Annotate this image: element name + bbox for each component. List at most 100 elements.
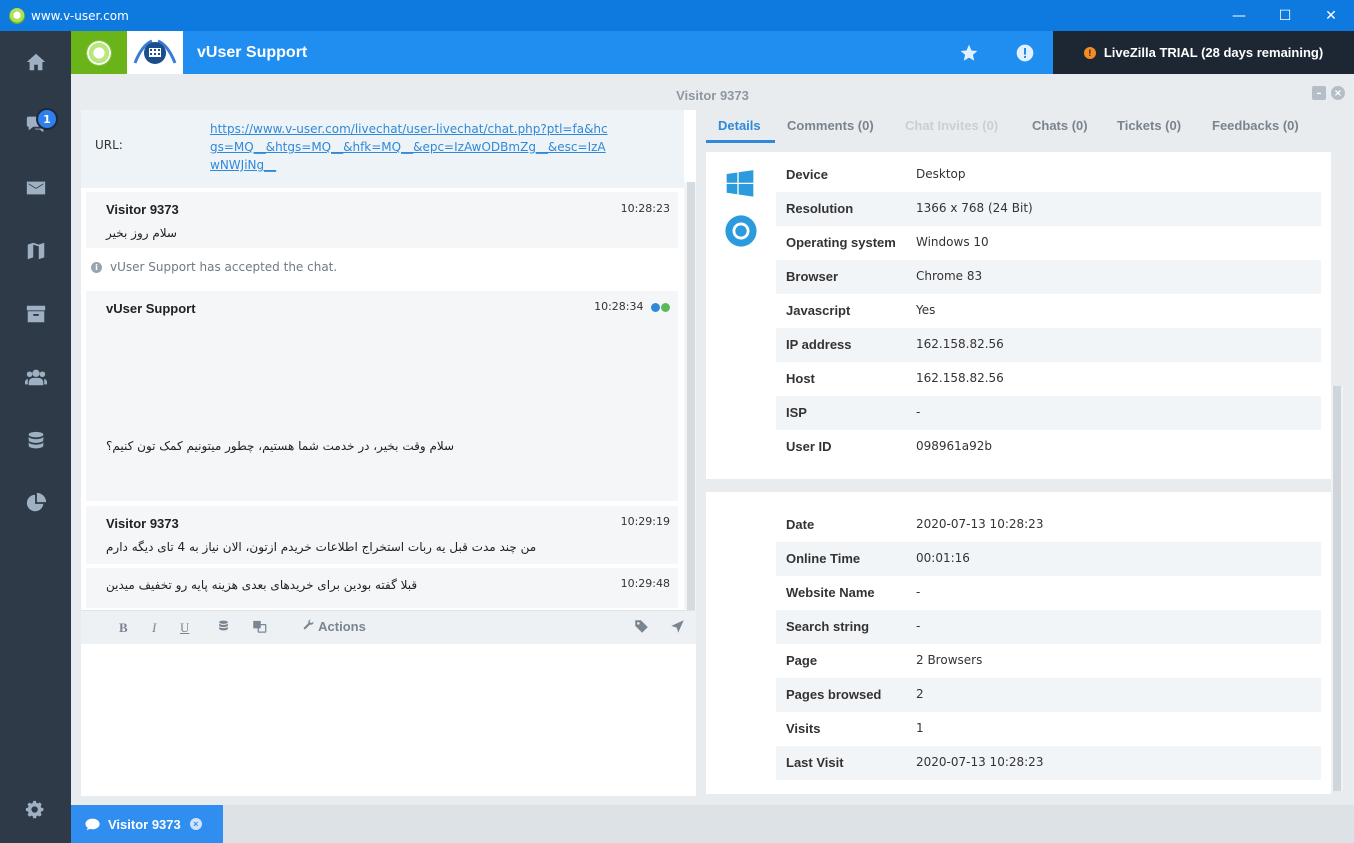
close-button[interactable]: ✕ <box>1308 0 1354 31</box>
tab-tickets[interactable]: Tickets (0) <box>1117 118 1181 133</box>
detail-row: Website Name - <box>776 576 1321 610</box>
chat-message: Visitor 9373 10:29:19 من چند مدت قبل یه … <box>86 506 678 564</box>
message-time: 10:29:48 <box>620 577 670 590</box>
tab-details[interactable]: Details <box>718 118 761 133</box>
message-time-wrap: 10:28:34 <box>594 300 670 313</box>
actions-label: Actions <box>318 619 366 634</box>
trial-text: LiveZilla TRIAL (28 days remaining) <box>1103 45 1324 60</box>
window-titlebar: www.v-user.com — ☐ ✕ <box>0 0 1354 31</box>
detail-row: IP address 162.158.82.56 <box>776 328 1321 362</box>
map-icon[interactable] <box>0 231 71 271</box>
detail-value: - <box>916 585 921 599</box>
detail-row: ISP - <box>776 396 1321 430</box>
detail-value: - <box>916 405 921 419</box>
close-tab-icon[interactable]: × <box>189 818 202 830</box>
tab-chats[interactable]: Chats (0) <box>1032 118 1088 133</box>
visit-details-panel: Date 2020-07-13 10:28:23 Online Time 00:01… <box>706 492 1331 794</box>
page-title: vUser Support <box>197 44 308 61</box>
detail-row: Operating system Windows 10 <box>776 226 1321 260</box>
detail-row: Online Time 00:01:16 <box>776 542 1321 576</box>
detail-row: Javascript Yes <box>776 294 1321 328</box>
message-input[interactable] <box>81 644 696 796</box>
visitor-tab-label: Visitor 9373 <box>108 816 181 832</box>
star-icon[interactable] <box>958 42 980 64</box>
message-text: سلام روز بخیر <box>106 226 177 240</box>
minimize-panel-icon[interactable]: – <box>1312 86 1326 100</box>
close-panel-icon[interactable]: × <box>1331 86 1345 100</box>
url-label: URL: <box>95 138 123 152</box>
chat-count-badge: 1 <box>36 108 58 130</box>
detail-key: Host <box>786 371 815 386</box>
info-icon: i <box>91 261 102 273</box>
settings-gear-icon[interactable] <box>0 790 71 830</box>
detail-value: 162.158.82.56 <box>916 337 1004 351</box>
tab-feedbacks[interactable]: Feedbacks (0) <box>1212 118 1299 133</box>
chat-scrollbar[interactable] <box>684 182 696 610</box>
archive-icon[interactable] <box>0 294 71 334</box>
detail-key: Last Visit <box>786 755 844 770</box>
detail-value: Windows 10 <box>916 235 989 249</box>
detail-value: 1366 x 768 (24 Bit) <box>916 201 1033 215</box>
bold-button[interactable]: B <box>119 620 128 636</box>
tag-icon[interactable] <box>634 619 649 638</box>
detail-key: Resolution <box>786 201 854 216</box>
italic-button[interactable]: I <box>152 620 156 636</box>
detail-key: IP address <box>786 337 852 352</box>
window-controls: — ☐ ✕ <box>1216 0 1354 31</box>
message-text: من چند مدت قبل یه ربات استخراج اطلاعات خ… <box>106 540 537 554</box>
detail-key: ISP <box>786 405 807 420</box>
detail-value: 098961a92b <box>916 439 993 453</box>
url-box: URL: https://www.v-user.com/livechat/use… <box>81 110 684 188</box>
maximize-button[interactable]: ☐ <box>1262 0 1308 31</box>
details-tabs: Details Comments (0) Chat Invites (0) Ch… <box>706 110 1346 146</box>
tab-chat-invites[interactable]: Chat Invites (0) <box>905 118 998 133</box>
underline-button[interactable]: U <box>180 620 189 636</box>
detail-row: Page 2 Browsers <box>776 644 1321 678</box>
compose-toolbar: B I U Actions <box>81 610 696 644</box>
detail-row: Search string - <box>776 610 1321 644</box>
chats-icon[interactable]: 1 <box>0 104 71 144</box>
url-link[interactable]: https://www.v-user.com/livechat/user-liv… <box>210 120 610 174</box>
system-note-text: vUser Support has accepted the chat. <box>110 260 338 274</box>
reports-pie-icon[interactable] <box>0 483 71 523</box>
detail-value: 2 Browsers <box>916 653 983 667</box>
detail-row: Date 2020-07-13 10:28:23 <box>776 508 1321 542</box>
send-icon[interactable] <box>670 619 685 638</box>
left-sidebar: 1 <box>0 31 71 843</box>
detail-key: Online Time <box>786 551 861 566</box>
chrome-icon <box>725 215 757 247</box>
detail-value: 1 <box>916 721 924 735</box>
chat-message: 10:29:48 قبلا گفته بودین برای خریدهای بع… <box>86 568 678 608</box>
details-scrollbar[interactable] <box>1331 386 1343 791</box>
vuser-logo <box>127 31 183 74</box>
mail-icon[interactable] <box>0 168 71 208</box>
message-sender: Visitor 9373 <box>106 202 179 217</box>
users-icon[interactable] <box>0 357 71 397</box>
translate-icon[interactable] <box>252 619 267 638</box>
visitor-title: Visitor 9373 <box>676 88 749 103</box>
home-icon[interactable] <box>0 42 71 82</box>
trial-banner[interactable]: ! LiveZilla TRIAL (28 days remaining) <box>1053 31 1354 74</box>
detail-row: Pages browsed 2 <box>776 678 1321 712</box>
minimize-button[interactable]: — <box>1216 0 1262 31</box>
database-icon[interactable] <box>0 421 71 461</box>
detail-row: Host 162.158.82.56 <box>776 362 1321 396</box>
detail-key: Website Name <box>786 585 875 600</box>
actions-menu[interactable]: Actions <box>303 619 366 634</box>
detail-key: Page <box>786 653 818 668</box>
detail-key: Pages browsed <box>786 687 882 702</box>
visitor-chat-tab[interactable]: Visitor 9373 × <box>71 805 223 843</box>
detail-value: - <box>916 619 921 633</box>
active-tab-indicator <box>706 140 775 143</box>
detail-row: Browser Chrome 83 <box>776 260 1321 294</box>
app-header: vUser Support ! LiveZilla TRIAL (28 days… <box>71 31 1354 74</box>
tab-comments[interactable]: Comments (0) <box>787 118 874 133</box>
panel-controls: – × <box>1312 86 1345 100</box>
main-area: Visitor 9373 – × URL: https://www.v-user… <box>71 74 1354 805</box>
canned-responses-icon[interactable] <box>217 619 230 637</box>
chat-message: vUser Support 10:28:34 سلام وقت بخیر، در… <box>86 291 678 501</box>
alert-icon[interactable] <box>1014 42 1036 64</box>
message-text: سلام وقت بخیر، در خدمت شما هستیم، چطور م… <box>106 439 455 453</box>
message-time: 10:29:19 <box>620 515 670 528</box>
wrench-icon <box>303 619 314 630</box>
